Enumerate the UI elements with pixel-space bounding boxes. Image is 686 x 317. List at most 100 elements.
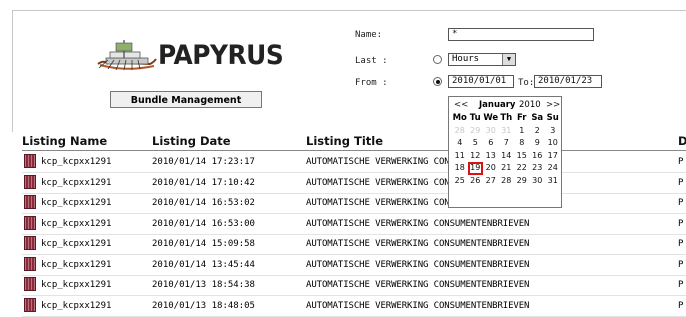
cell-listing-name[interactable]: kcp_kcpxx1291 [41, 198, 111, 208]
calendar-day[interactable]: 4 [452, 137, 468, 150]
listing-file-icon[interactable] [24, 236, 36, 250]
calendar-day[interactable]: 2 [530, 125, 546, 138]
listing-file-icon[interactable] [24, 277, 36, 291]
calendar-day[interactable]: 18 [452, 162, 468, 175]
calendar-day[interactable]: 9 [530, 137, 546, 150]
calendar-weekday: Fr [517, 113, 527, 123]
calendar-day[interactable]: 5 [468, 137, 484, 150]
cell-listing-title: AUTOMATISCHE VERWERKING CONSUMENTENBRIEV… [306, 239, 530, 249]
calendar-day[interactable]: 31 [499, 125, 515, 138]
calendar-day[interactable]: 13 [483, 150, 499, 163]
calendar-day[interactable]: 26 [468, 175, 484, 188]
listing-file-icon[interactable] [24, 256, 36, 271]
cell-listing-date: 2010/01/13 18:48:05 [152, 300, 255, 311]
table-row[interactable]: kcp_kcpxx1291 2010/01/14 13:45:44 AUTOMATI… [22, 255, 686, 276]
cell-listing-name[interactable]: kcp_kcpxx1291 [41, 301, 111, 311]
table-row[interactable]: kcp_kcpxx1291 2010/01/14 15:09:58 AUTOMATI… [22, 234, 686, 255]
last-unit-select[interactable]: Hours ▼ [448, 53, 516, 66]
table-row[interactable]: kcp_kcpxx1291 2010/01/14 16:53:00 AUTOMATI… [22, 214, 686, 235]
header-divider [12, 10, 686, 11]
cell-listing-name[interactable]: kcp_kcpxx1291 [41, 178, 111, 188]
calendar-weekday: We [483, 113, 499, 123]
calendar-day[interactable]: 27 [483, 175, 499, 188]
col-header-d[interactable]: D [678, 134, 686, 148]
cell-d: P [678, 300, 684, 311]
calendar-day[interactable]: 7 [499, 137, 515, 150]
calendar-next-button[interactable]: >> [546, 100, 560, 110]
listing-file-icon[interactable] [24, 297, 36, 312]
calendar-weekday: Sa [531, 113, 544, 123]
calendar-day[interactable]: 6 [483, 137, 499, 150]
listing-file-icon[interactable] [24, 195, 36, 209]
papyrus-logo-text: PAPYRUS [158, 40, 284, 71]
calendar-day[interactable]: 28 [499, 175, 515, 188]
listing-file-icon[interactable] [24, 154, 36, 168]
calendar-day[interactable]: 10 [545, 137, 561, 150]
table-row[interactable]: kcp_kcpxx1291 2010/01/14 16:53:02 AUTOMATI… [22, 193, 686, 214]
header-left-border [12, 10, 13, 132]
cell-listing-name[interactable]: kcp_kcpxx1291 [41, 280, 111, 290]
cell-listing-date: 2010/01/13 18:54:38 [152, 280, 255, 290]
cell-listing-date: 2010/01/14 16:53:00 [152, 218, 255, 229]
calendar-day[interactable]: 24 [545, 162, 561, 175]
from-radio[interactable] [433, 77, 442, 86]
cell-listing-date: 2010/01/14 17:23:17 [152, 157, 255, 167]
col-header-listing-date[interactable]: Listing Date [152, 134, 231, 148]
cell-listing-name[interactable]: kcp_kcpxx1291 [41, 219, 111, 229]
calendar-day[interactable]: 30 [483, 125, 499, 138]
table-row[interactable]: kcp_kcpxx1291 2010/01/14 17:10:42 AUTOMATI… [22, 173, 686, 194]
calendar-month: January [479, 100, 516, 110]
chevron-down-icon[interactable]: ▼ [502, 54, 515, 65]
bundle-management-button[interactable]: Bundle Management [110, 91, 262, 108]
calendar-day[interactable]: 21 [499, 162, 515, 175]
calendar-prev-button[interactable]: << [454, 100, 468, 110]
calendar-day[interactable]: 31 [545, 175, 561, 188]
calendar-day[interactable]: 8 [514, 137, 530, 150]
cell-listing-date: 2010/01/14 15:09:58 [152, 239, 255, 249]
last-unit-value: Hours [452, 54, 480, 64]
from-date-input[interactable]: 2010/01/01 [448, 75, 514, 88]
table-header-divider [22, 150, 686, 151]
calendar-day[interactable]: 11 [452, 150, 468, 163]
calendar-day[interactable]: 30 [530, 175, 546, 188]
to-label: To: [518, 78, 535, 88]
cell-listing-name[interactable]: kcp_kcpxx1291 [41, 239, 111, 249]
calendar-day[interactable]: 23 [530, 162, 546, 175]
calendar-day[interactable]: 16 [530, 150, 546, 163]
cell-listing-title: AUTOMATISCHE VERWERKING CONSUMENTENBRIEV… [306, 300, 530, 311]
table-row[interactable]: kcp_kcpxx1291 2010/01/14 17:23:17 AUTOMATI… [22, 152, 686, 173]
table-row[interactable]: kcp_kcpxx1291 2010/01/13 18:48:05 AUTOMATI… [22, 296, 686, 317]
name-label: Name: [355, 30, 383, 40]
calendar-day[interactable]: 29 [514, 175, 530, 188]
cell-listing-title: AUTOMATISCHE VERWERKING CONSUMENTENBRIEV… [306, 218, 530, 229]
to-date-input[interactable]: 2010/01/23 [534, 75, 602, 88]
calendar-day[interactable]: 15 [514, 150, 530, 163]
cell-d: P [678, 239, 684, 249]
cell-listing-name[interactable]: kcp_kcpxx1291 [41, 260, 111, 270]
calendar-day[interactable]: 29 [468, 125, 484, 138]
col-header-listing-name[interactable]: Listing Name [22, 134, 107, 148]
calendar-day[interactable]: 1 [514, 125, 530, 138]
calendar-day[interactable]: 12 [468, 150, 484, 163]
calendar-day[interactable]: 22 [514, 162, 530, 175]
calendar-day[interactable]: 17 [545, 150, 561, 163]
last-radio[interactable] [433, 55, 442, 64]
calendar-day[interactable]: 14 [499, 150, 515, 163]
calendar-grid: Mo Tu We Th Fr Sa Su 28 29 30 31 1 2 3 4 5 6 7 8 9 10 11 12 13 1… [452, 112, 561, 187]
cell-listing-date: 2010/01/14 13:45:44 [152, 259, 255, 270]
cell-listing-name[interactable]: kcp_kcpxx1291 [41, 157, 111, 167]
cell-d: P [678, 157, 684, 167]
listing-file-icon[interactable] [24, 215, 36, 230]
col-header-listing-title[interactable]: Listing Title [306, 134, 383, 148]
calendar-day[interactable]: 3 [545, 125, 561, 138]
calendar-day[interactable]: 28 [452, 125, 468, 138]
cell-listing-title: AUTOMATISCHE VERWERKING CONSUMENTENBRIEV… [306, 259, 530, 270]
cell-d: P [678, 198, 684, 208]
calendar-day-selected[interactable]: 19 [467, 162, 483, 175]
calendar-day[interactable]: 20 [483, 162, 499, 175]
listing-file-icon[interactable] [24, 174, 36, 189]
name-input[interactable]: * [448, 28, 594, 41]
calendar-day[interactable]: 25 [452, 175, 468, 188]
table-row[interactable]: kcp_kcpxx1291 2010/01/13 18:54:38 AUTOMATI… [22, 275, 686, 296]
cell-d: P [678, 177, 684, 188]
